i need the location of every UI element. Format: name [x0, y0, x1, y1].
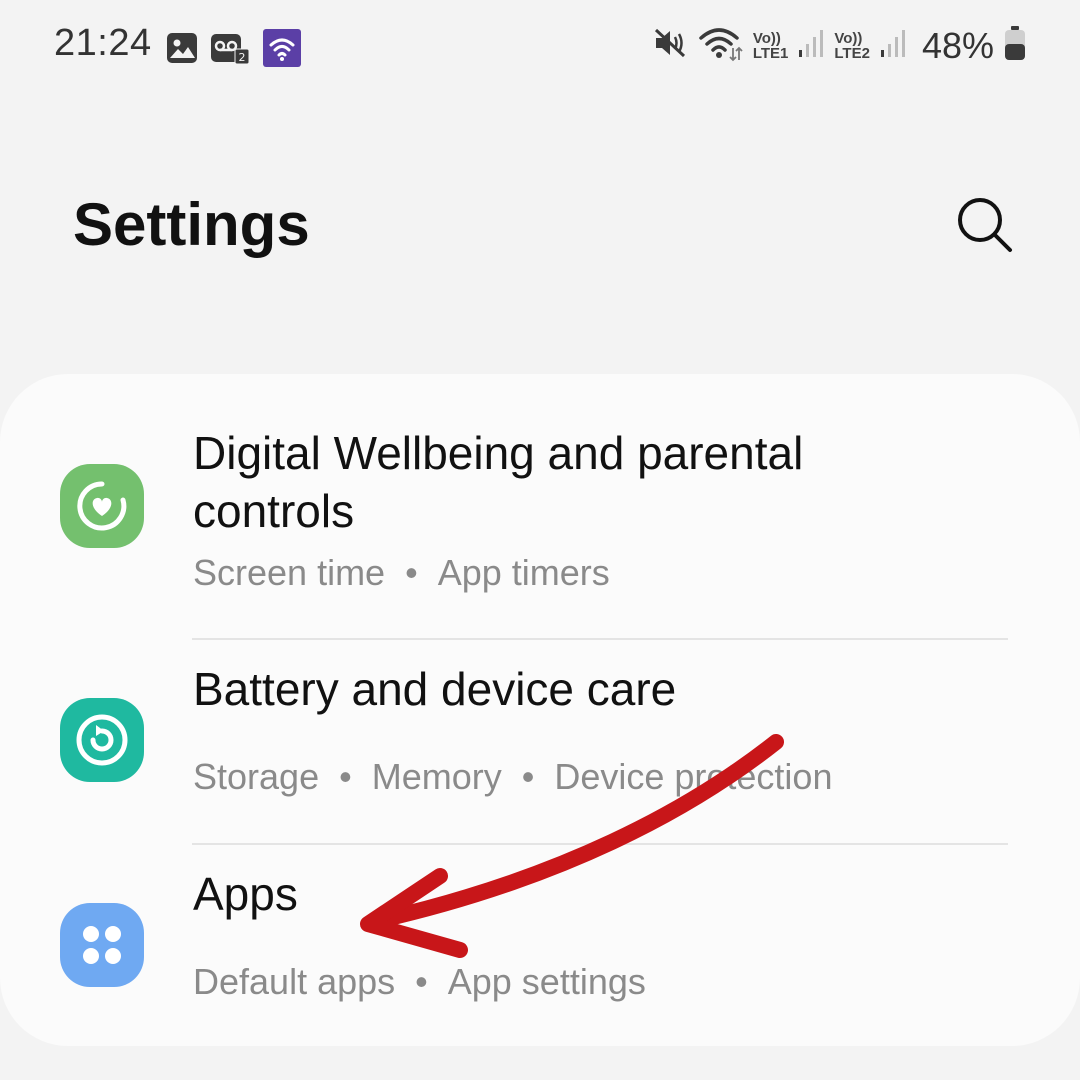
device-care-icon	[60, 698, 144, 782]
separator-dot: •	[339, 756, 352, 797]
settings-item-title: Battery and device care	[193, 663, 677, 715]
subtitle-part: App timers	[437, 552, 610, 593]
subtitle-part: Device protection	[554, 756, 833, 797]
search-icon	[958, 198, 1012, 252]
separator-dot: •	[415, 961, 428, 1002]
signal-icon-sim2	[880, 28, 906, 63]
sim1-lte-label: LTE1	[752, 44, 789, 62]
settings-item-digital-wellbeing[interactable]: Digital Wellbeing and parental controls …	[0, 414, 1080, 638]
separator-dot: •	[521, 756, 535, 797]
settings-item-battery-device-care[interactable]: Battery and device care Storage • Memory • D…	[0, 640, 1080, 842]
page-title: Settings	[73, 191, 310, 258]
title-line-2: controls	[193, 485, 355, 537]
mute-icon	[653, 25, 689, 66]
notification-icons: 2	[166, 28, 302, 73]
separator-dot: •	[405, 552, 418, 593]
apps-icon	[60, 903, 144, 987]
battery-icon	[1004, 25, 1026, 66]
battery-percentage: 48%	[921, 24, 994, 66]
settings-item-subtitle: Default apps • App settings	[193, 961, 646, 1003]
sim2-lte-label: LTE2	[834, 44, 870, 62]
voicemail-icon: 2	[210, 31, 250, 70]
sim1-badge: Vo)) LTE1	[753, 31, 789, 61]
subtitle-part: App settings	[447, 961, 646, 1002]
status-time: 21:24	[54, 22, 152, 64]
status-bar: 21:24 2 Vo)) LTE1 Vo)) LTE2 48%	[0, 0, 1080, 92]
signal-icon	[798, 28, 824, 63]
settings-item-title: Apps	[193, 868, 298, 920]
wifi-calling-icon	[262, 28, 302, 73]
wifi-icon	[699, 24, 743, 67]
sim2-volte-label: Vo))	[834, 29, 863, 47]
digital-wellbeing-icon	[60, 464, 144, 548]
sim1-volte-label: Vo))	[752, 29, 781, 47]
subtitle-part: Storage	[193, 756, 320, 797]
settings-item-apps[interactable]: Apps Default apps • App settings	[0, 845, 1080, 1045]
sim2-badge: Vo)) LTE2	[834, 31, 870, 61]
subtitle-part: Screen time	[193, 552, 386, 593]
subtitle-part: Memory	[371, 756, 502, 797]
search-button[interactable]	[950, 190, 1020, 260]
settings-card: Digital Wellbeing and parental controls …	[0, 374, 1080, 1046]
system-icons: Vo)) LTE1 Vo)) LTE2 48%	[653, 24, 1026, 67]
settings-item-title: Digital Wellbeing and parental controls	[193, 424, 803, 540]
settings-item-subtitle: Storage • Memory • Device protection	[193, 756, 832, 798]
gallery-icon	[166, 32, 198, 69]
settings-screen: 21:24 2 Vo)) LTE1 Vo)) LTE2 48% Settings…	[0, 0, 1080, 1080]
settings-item-subtitle: Screen time • App timers	[193, 552, 610, 594]
svg-text:2: 2	[239, 51, 246, 64]
subtitle-part: Default apps	[193, 961, 396, 1002]
title-line-1: Digital Wellbeing and parental	[193, 427, 804, 479]
